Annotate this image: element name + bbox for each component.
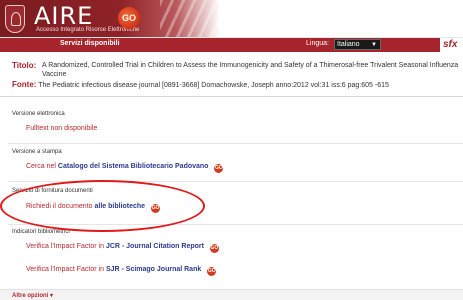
sjr-link-prefix: Verifica l'Impact Factor in (26, 266, 104, 273)
sjr-impact-factor-link[interactable]: Verifica l'Impact Factor in SJR - Scimag… (26, 266, 217, 276)
go-icon[interactable]: GO (207, 267, 217, 276)
go-logo-icon: GO (118, 7, 140, 29)
header-banner: AIRE Accesso Integrato Risorse Elettroni… (0, 0, 463, 38)
title-label: Titolo: (12, 61, 37, 70)
section-divider (8, 181, 463, 182)
sfx-logo: sfx (440, 38, 463, 52)
go-icon[interactable]: GO (214, 164, 224, 173)
request-link-target: alle biblioteche (94, 203, 146, 210)
citation-title-row: Titolo: A Randomized, Controlled Trial i… (12, 61, 463, 78)
catalog-search-link[interactable]: Cerca nel Catalogo del Sistema Bibliotec… (26, 163, 224, 173)
section-heading-document-supply: Servizio di fornitura documenti (12, 188, 93, 194)
fulltext-unavailable-link[interactable]: Fulltext non disponibile (26, 125, 97, 132)
section-divider (8, 143, 463, 144)
language-label: Lingua: (306, 40, 329, 47)
catalog-link-name: Catalogo del Sistema Bibliotecario Padov… (57, 163, 209, 170)
article-title: A Randomized, Controlled Trial in Childr… (42, 62, 459, 78)
request-link-prefix: Richiedi il documento (26, 203, 93, 210)
jcr-link-prefix: Verifica l'Impact Factor in (26, 243, 104, 250)
citation-source-row: Fonte: The Pediatric infectious disease … (12, 80, 463, 90)
section-heading-print: Versione a stampa (12, 149, 62, 155)
language-select[interactable]: Italiano ▼ (334, 39, 381, 50)
menu-bar: Servizi disponibili Lingua: Italiano ▼ (0, 38, 463, 52)
footer-bar: Altre opzioni ▾ (0, 289, 463, 300)
article-source: The Pediatric infectious disease journal… (38, 82, 389, 89)
citation-box: Titolo: A Randomized, Controlled Trial i… (0, 52, 463, 97)
section-heading-bibliometric: Indicatori bibliometrici (12, 229, 70, 235)
aire-logo[interactable]: AIRE (34, 2, 93, 30)
more-options-toggle[interactable]: Altre opzioni ▾ (12, 292, 53, 299)
catalog-link-prefix: Cerca nel (26, 163, 56, 170)
jcr-impact-factor-link[interactable]: Verifica l'Impact Factor in JCR - Journa… (26, 243, 219, 253)
sjr-link-name: SJR - Scimago Journal Rank (105, 266, 202, 273)
go-icon[interactable]: GO (209, 244, 219, 253)
go-icon[interactable]: GO (151, 204, 161, 213)
request-document-link[interactable]: Richiedi il documento alle biblioteche G… (26, 203, 161, 213)
banner-decoration (160, 0, 230, 37)
section-heading-electronic: Versione elettronica (12, 111, 65, 117)
chevron-down-icon: ▼ (371, 42, 377, 48)
language-selected-value: Italiano (337, 41, 360, 48)
jcr-link-name: JCR - Journal Citation Report (105, 243, 204, 250)
source-label: Fonte: (12, 80, 37, 89)
university-crest-icon (5, 5, 25, 33)
section-divider (8, 224, 463, 225)
services-available-label: Servizi disponibili (60, 40, 120, 47)
